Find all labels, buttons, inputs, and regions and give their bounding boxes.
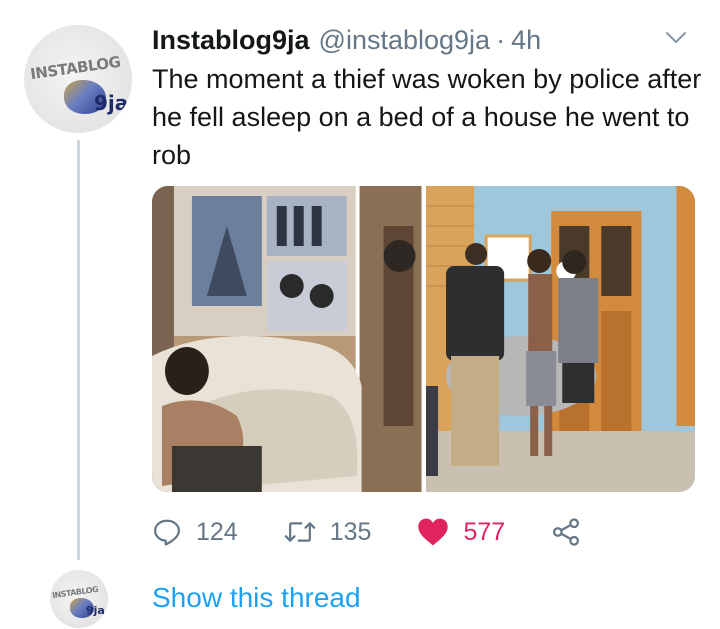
tweet-actions: 124 135 577 <box>152 510 641 554</box>
retweet-icon <box>284 522 315 542</box>
media-photo-bedroom[interactable] <box>152 186 422 492</box>
heart-icon <box>418 518 449 546</box>
arrest-photo-icon <box>425 186 695 492</box>
like-button[interactable]: 577 <box>417 517 505 547</box>
retweet-count: 135 <box>329 517 372 546</box>
tweet-header: Instablog9ja @instablog9ja · 4h <box>152 20 690 60</box>
thread-connector-line <box>77 140 80 560</box>
avatar-logo-text: INSTABLOG <box>29 52 122 84</box>
avatar-logo-number: 9ja <box>94 91 129 115</box>
thread-author-avatar[interactable]: INSTABLOG 9ja <box>50 570 108 628</box>
retweet-button[interactable]: 135 <box>284 517 372 547</box>
reply-button[interactable]: 124 <box>152 517 238 547</box>
author-display-name[interactable]: Instablog9ja <box>152 25 310 56</box>
thread-avatar-logo-number: 9ja <box>86 604 105 617</box>
header-separator: · <box>496 24 506 55</box>
share-icon <box>553 518 580 546</box>
share-button[interactable] <box>551 517 595 547</box>
tweet-text: The moment a thief was woken by police a… <box>152 64 702 170</box>
show-thread-link[interactable]: Show this thread <box>152 582 361 614</box>
tweet-media <box>152 186 695 492</box>
author-handle[interactable]: @instablog9ja <box>319 25 491 56</box>
like-count: 577 <box>463 517 506 546</box>
reply-count: 124 <box>196 517 238 546</box>
author-avatar[interactable]: INSTABLOG 9ja <box>24 25 132 133</box>
tweet-timestamp[interactable]: 4h <box>511 25 541 56</box>
reply-icon <box>154 519 180 546</box>
chevron-down-icon[interactable] <box>664 30 688 46</box>
bedroom-photo-icon <box>152 186 422 492</box>
media-photo-arrest[interactable] <box>425 186 695 492</box>
